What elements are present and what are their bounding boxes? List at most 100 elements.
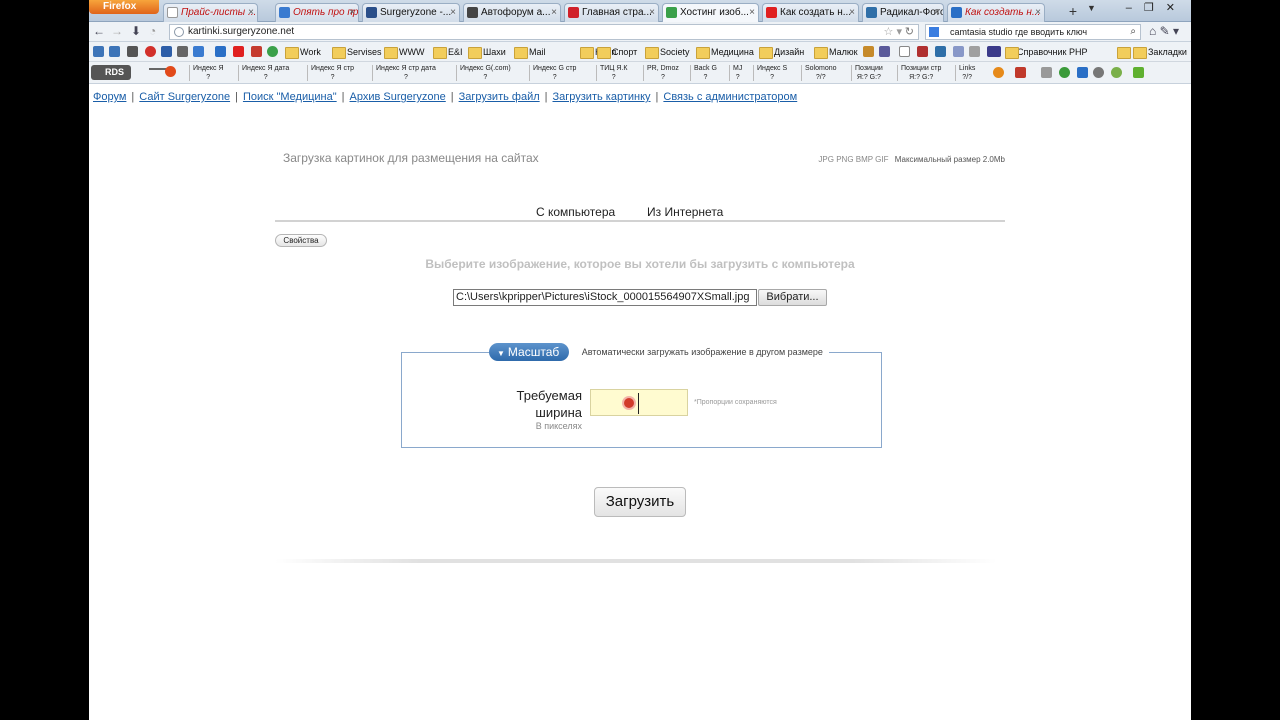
bookmarks-menu[interactable]: Закладки <box>1133 44 1187 60</box>
bookmark-folder[interactable]: Медицина <box>696 44 754 60</box>
puzzle-icon[interactable] <box>1133 67 1144 78</box>
upload-button[interactable]: Загрузить <box>594 487 686 517</box>
nav-link[interactable]: Связь с администратором <box>663 91 797 103</box>
nav-link[interactable]: Загрузить файл <box>459 91 540 103</box>
seo-metric[interactable]: Links ?/? <box>959 64 975 82</box>
close-icon[interactable]: ✕ <box>1166 2 1187 14</box>
rss-icon[interactable]: ◔ <box>149 24 156 38</box>
browser-tab[interactable]: Опять про пр...× <box>275 3 359 22</box>
bookmark-folder[interactable]: Work <box>285 44 321 60</box>
seo-metric[interactable]: Solomono ?/? <box>805 64 837 82</box>
bookmark-icon[interactable] <box>177 46 188 57</box>
bookmark-icon[interactable] <box>1059 67 1070 78</box>
scale-toggle-button[interactable]: ▼ Масштаб <box>489 343 570 361</box>
nav-link[interactable]: Загрузить картинку <box>553 91 651 103</box>
bookmark-icon[interactable] <box>879 46 890 57</box>
close-tab-icon[interactable]: × <box>349 4 355 21</box>
close-tab-icon[interactable]: × <box>248 4 254 21</box>
seo-metric[interactable]: Позиции Я:? G:? <box>855 64 883 82</box>
php-icon[interactable] <box>987 46 1001 57</box>
bookmark-icon[interactable] <box>161 46 172 57</box>
tab-list-dropdown-icon[interactable]: ▼ <box>1087 3 1096 13</box>
browser-tab[interactable]: Прайс-листы ... × <box>163 3 258 22</box>
close-tab-icon[interactable]: × <box>749 4 755 21</box>
bookmark-icon[interactable] <box>1015 67 1026 78</box>
bookmark-icon[interactable] <box>993 67 1004 78</box>
seo-metric[interactable]: Индекс G стр? <box>533 64 576 82</box>
forward-icon[interactable]: → <box>111 24 123 38</box>
seo-metric[interactable]: Индекс Я дата? <box>242 64 289 82</box>
bookmark-folder[interactable]: E&I <box>433 44 463 60</box>
firefox-menu-button[interactable]: Firefox <box>89 0 159 14</box>
download-icon[interactable]: ⬇ <box>131 24 141 38</box>
search-input[interactable]: camtasia studio где вводить ключ ⌕ <box>925 24 1141 40</box>
seo-metric[interactable]: Индекс G(.com)? <box>460 64 511 82</box>
minimize-icon[interactable]: – <box>1126 2 1144 14</box>
browser-tab[interactable]: Surgeryzone -... × <box>362 3 460 22</box>
close-tab-icon[interactable]: × <box>1035 4 1041 21</box>
bookmark-icon[interactable] <box>863 46 874 57</box>
address-bar[interactable]: kartinki.surgeryzone.net ☆ ▾ ↻ <box>169 24 919 40</box>
browse-button[interactable]: Вибрати... <box>758 289 827 306</box>
bookmark-folder[interactable]: Mail <box>514 44 546 60</box>
seo-metric[interactable]: Индекс S? <box>757 64 787 82</box>
bookmark-icon[interactable] <box>145 46 156 57</box>
bookmark-folder[interactable]: Дизайн <box>759 44 804 60</box>
width-input[interactable] <box>590 389 688 416</box>
close-tab-icon[interactable]: × <box>649 4 655 21</box>
tab-from-internet[interactable]: Из Интернета <box>647 205 723 219</box>
bookmark-folder[interactable]: Малюк <box>814 44 858 60</box>
seo-metric[interactable]: Back G? <box>694 64 717 82</box>
bookmark-icon[interactable] <box>215 46 226 57</box>
chevron-right-icon[interactable]: » <box>1117 44 1132 60</box>
home-icon[interactable]: ⌂ ✎ ▾ <box>1149 24 1179 38</box>
gear-icon[interactable] <box>1093 67 1104 78</box>
seo-metric[interactable]: Индекс Я стр дата? <box>376 64 436 82</box>
browser-tab[interactable]: Как создать н... × <box>947 3 1045 22</box>
seo-metric[interactable]: PR, Dmoz? <box>647 64 679 82</box>
browser-tab[interactable]: Как создать н... × <box>762 3 859 22</box>
back-icon[interactable]: ← <box>93 24 105 38</box>
bookmark-folder[interactable]: Шахи <box>468 44 506 60</box>
bookmark-icon[interactable] <box>109 46 120 57</box>
bookmark-folder[interactable]: Servises <box>332 44 382 60</box>
search-icon[interactable]: ⌕ <box>1130 25 1136 39</box>
bookmark-icon[interactable] <box>935 46 946 57</box>
nav-link[interactable]: Архив Surgeryzone <box>350 91 446 103</box>
bookmark-php-reference[interactable]: Справочник PHP <box>1005 44 1088 60</box>
bookmark-icon[interactable] <box>899 46 910 57</box>
close-tab-icon[interactable]: × <box>934 4 940 21</box>
bookmark-folder[interactable]: WWW <box>384 44 424 60</box>
bookmark-star-icon[interactable]: ☆ ▾ <box>884 25 902 39</box>
seo-metric[interactable]: MJ? <box>733 64 742 82</box>
properties-button[interactable]: Свойства <box>275 234 327 247</box>
rds-button[interactable]: RDS <box>91 65 131 80</box>
bookmark-icon[interactable] <box>1077 67 1088 78</box>
bookmark-icon[interactable] <box>93 46 104 57</box>
bookmark-icon[interactable] <box>267 46 278 57</box>
seo-metric[interactable]: Позиции стр Я:? G:? <box>901 64 941 82</box>
browser-tab[interactable]: Главная стра... × <box>564 3 659 22</box>
browser-tab[interactable]: Хостинг изоб... × <box>662 3 759 22</box>
bookmark-icon[interactable] <box>917 46 928 57</box>
nav-link[interactable]: Форум <box>93 91 126 103</box>
restore-icon[interactable]: ❐ <box>1144 2 1166 14</box>
bookmark-icon[interactable] <box>969 46 980 57</box>
car-icon[interactable] <box>953 46 964 57</box>
nav-link[interactable]: Поиск "Медицина" <box>243 91 337 103</box>
record-icon[interactable] <box>165 66 176 77</box>
window-controls[interactable]: –❐✕ <box>1126 1 1187 14</box>
browser-tab[interactable]: Автофорум а... × <box>463 3 561 22</box>
close-tab-icon[interactable]: × <box>450 4 456 21</box>
seo-metric[interactable]: ТИЦ Я.К? <box>600 64 628 82</box>
bookmark-icon[interactable] <box>193 46 204 57</box>
close-tab-icon[interactable]: × <box>849 4 855 21</box>
bookmark-icon[interactable] <box>1111 67 1122 78</box>
reload-icon[interactable]: ↻ <box>905 25 914 39</box>
nav-link[interactable]: Сайт Surgeryzone <box>139 91 230 103</box>
seo-metric[interactable]: Индекс Я стр? <box>311 64 354 82</box>
close-tab-icon[interactable]: × <box>551 4 557 21</box>
youtube-icon[interactable] <box>233 46 244 57</box>
seo-metric[interactable]: Индекс Я? <box>193 64 224 82</box>
rss-icon[interactable] <box>1041 67 1052 78</box>
